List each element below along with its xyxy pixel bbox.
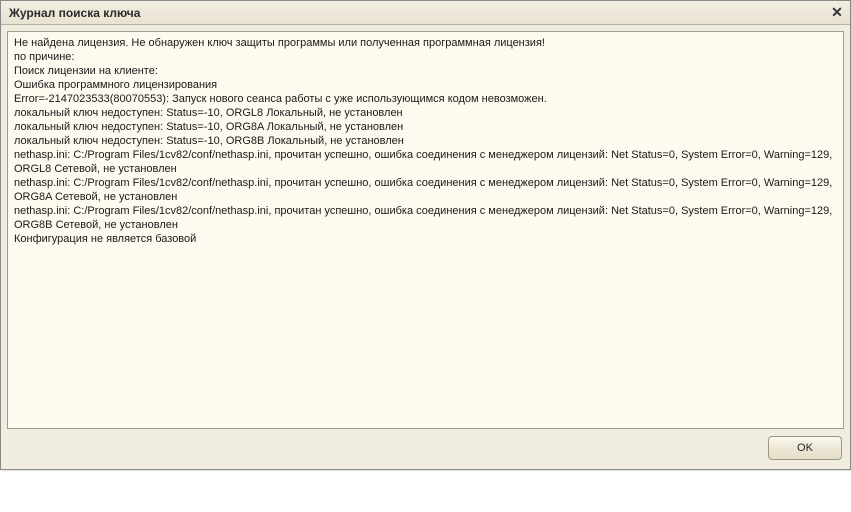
log-line: локальный ключ недоступен: Status=-10, O… bbox=[14, 106, 837, 120]
log-line: Поиск лицензии на клиенте: bbox=[14, 64, 837, 78]
window-title: Журнал поиска ключа bbox=[9, 6, 828, 20]
content-area: Не найдена лицензия. Не обнаружен ключ з… bbox=[1, 25, 850, 469]
button-bar: OK bbox=[7, 429, 844, 463]
log-line: локальный ключ недоступен: Status=-10, O… bbox=[14, 134, 837, 148]
log-line: Error=-2147023533(80070553): Запуск ново… bbox=[14, 92, 837, 106]
log-line: nethasp.ini: C:/Program Files/1cv82/conf… bbox=[14, 204, 837, 232]
log-line: Конфигурация не является базовой bbox=[14, 232, 837, 246]
log-line: Не найдена лицензия. Не обнаружен ключ з… bbox=[14, 36, 837, 50]
log-line: локальный ключ недоступен: Status=-10, O… bbox=[14, 120, 837, 134]
log-output[interactable]: Не найдена лицензия. Не обнаружен ключ з… bbox=[7, 31, 844, 429]
dialog-window: Журнал поиска ключа ✕ Не найдена лицензи… bbox=[0, 0, 851, 470]
titlebar: Журнал поиска ключа ✕ bbox=[1, 1, 850, 25]
close-icon[interactable]: ✕ bbox=[828, 4, 846, 22]
log-line: nethasp.ini: C:/Program Files/1cv82/conf… bbox=[14, 176, 837, 204]
log-line: по причине: bbox=[14, 50, 837, 64]
log-line: Ошибка программного лицензирования bbox=[14, 78, 837, 92]
log-line: nethasp.ini: C:/Program Files/1cv82/conf… bbox=[14, 148, 837, 176]
ok-button[interactable]: OK bbox=[768, 436, 842, 460]
